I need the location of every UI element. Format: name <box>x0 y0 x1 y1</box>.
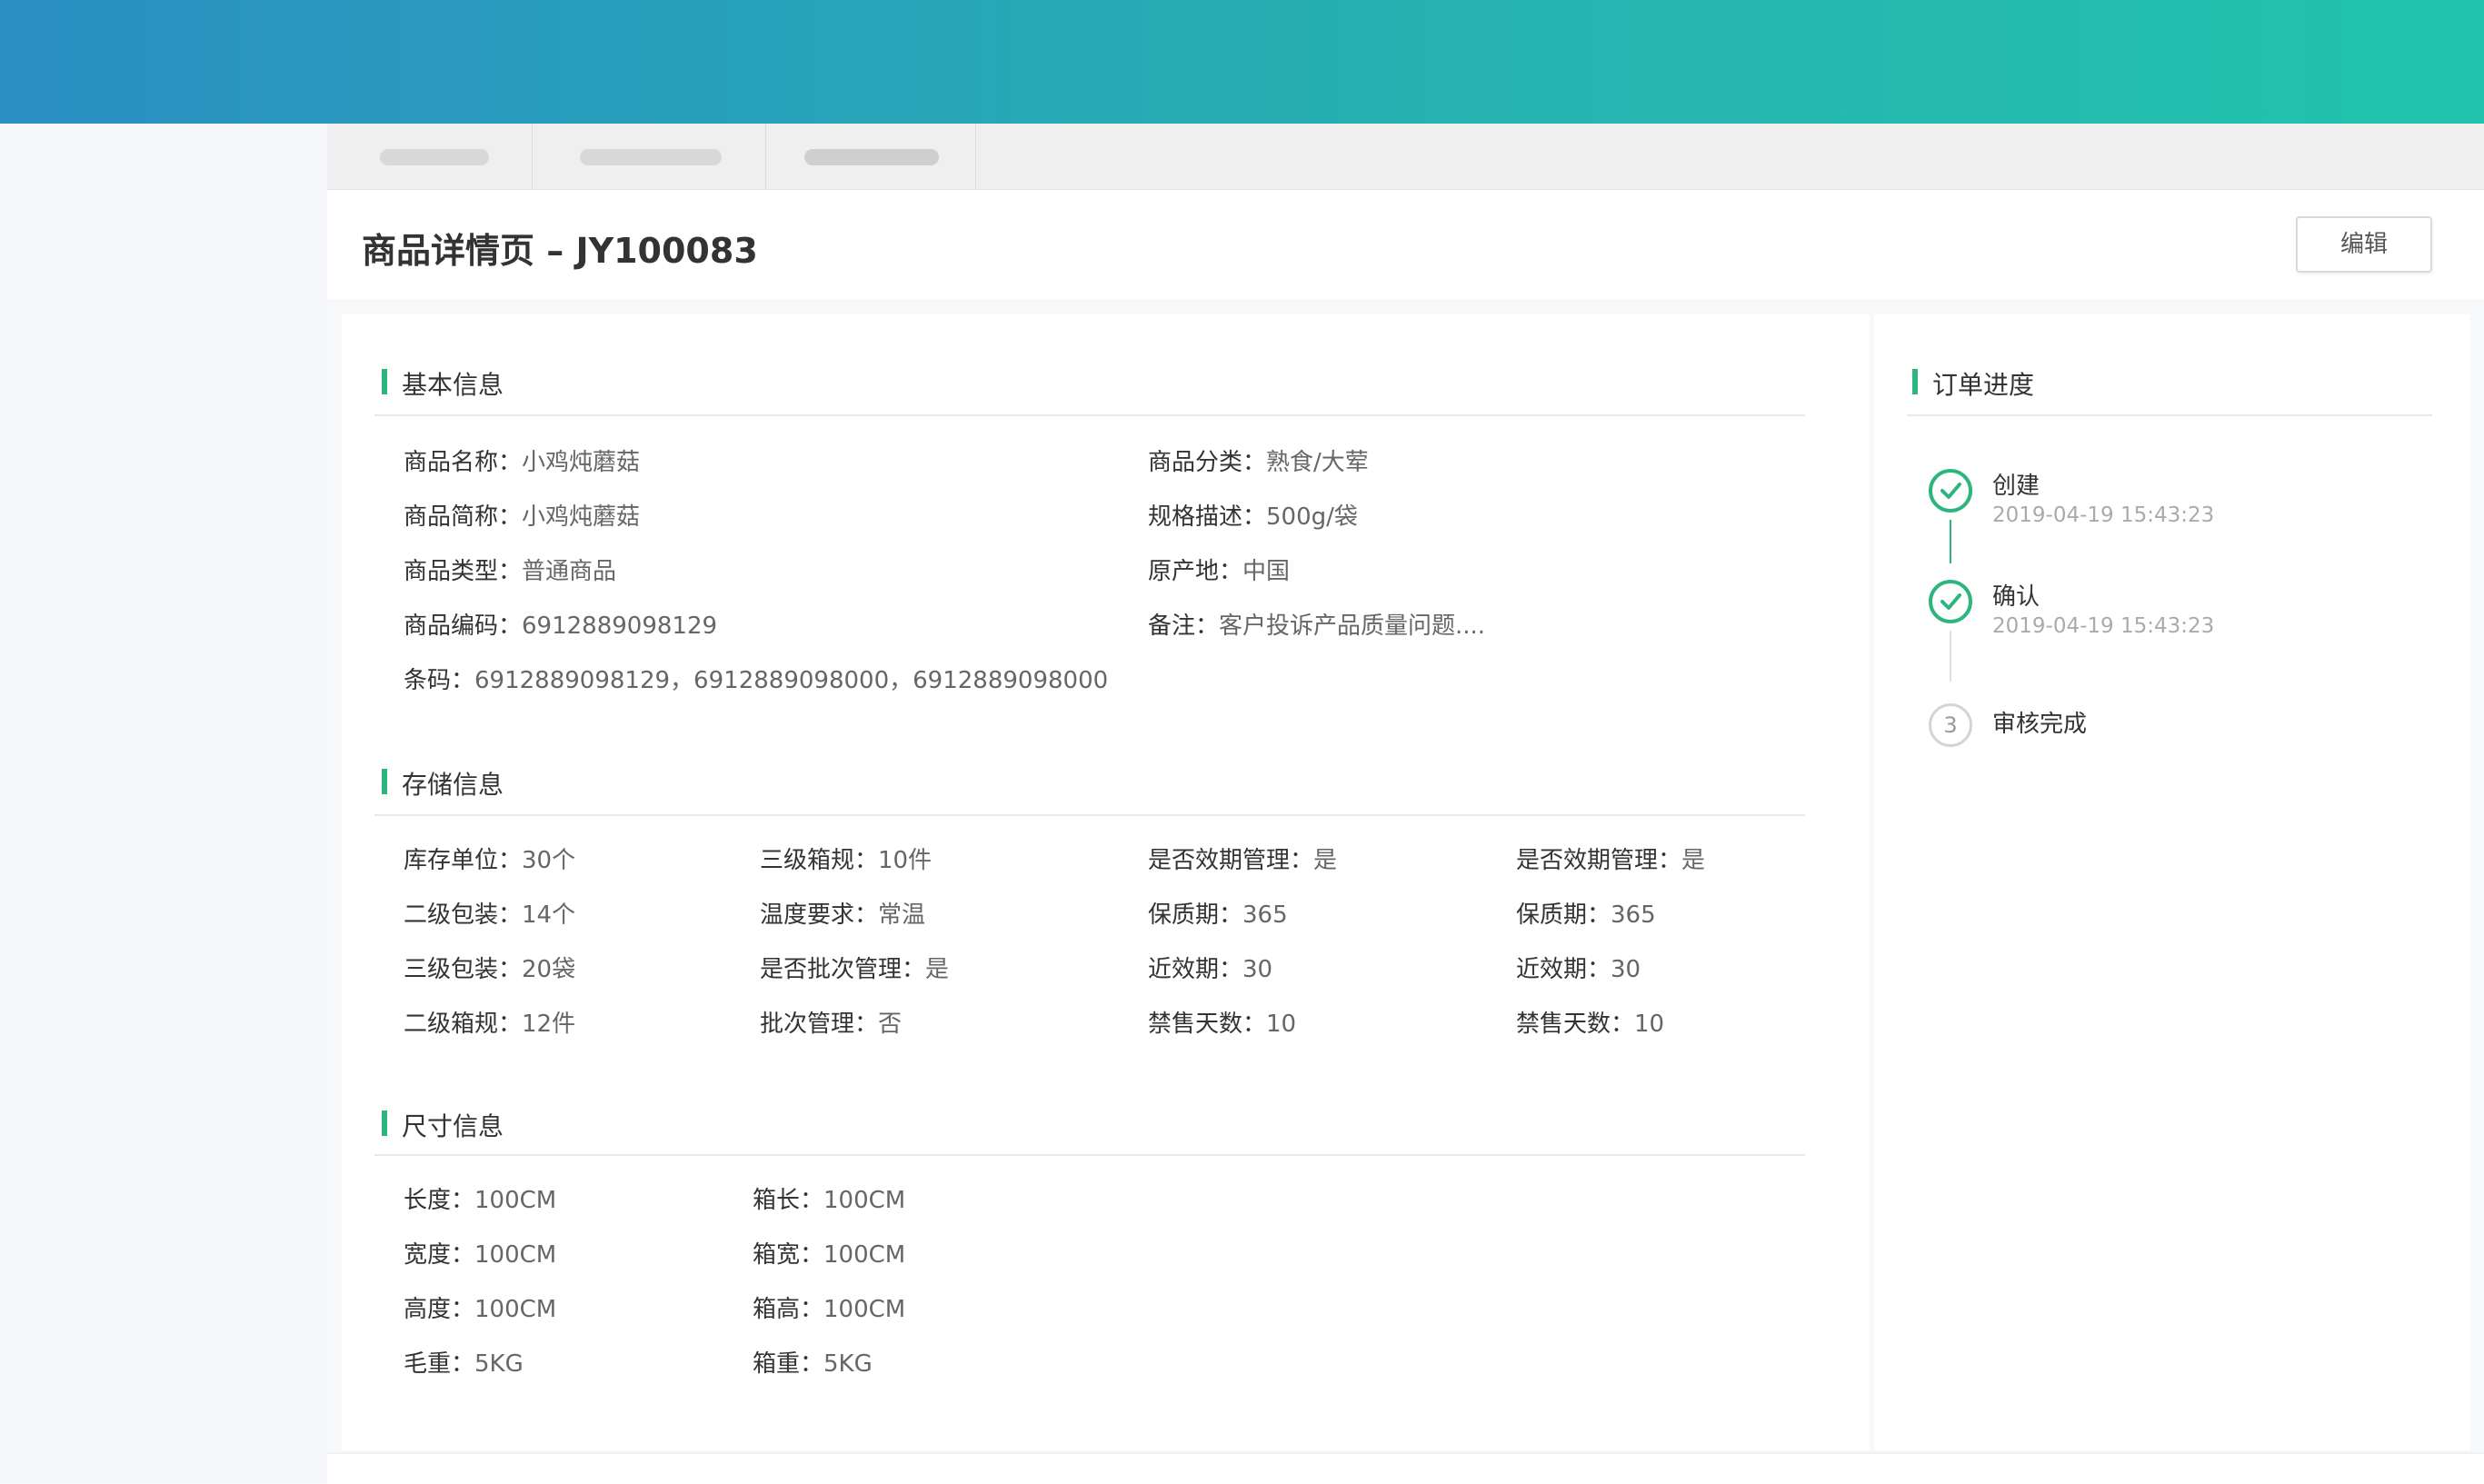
field-batch-managed: 是否批次管理：是 <box>760 956 950 983</box>
top-header-bar <box>0 0 2484 124</box>
tab-1[interactable] <box>327 124 533 189</box>
field-expiry-managed: 是否效期管理：是 <box>1148 847 1338 874</box>
field-box-height: 箱高：100CM <box>753 1296 906 1323</box>
field-product-short-name: 商品简称：小鸡炖蘑菇 <box>404 503 641 531</box>
field-product-code: 商品编码：6912889098129 <box>404 613 718 640</box>
detail-card: 基本信息 商品名称：小鸡炖蘑菇 商品分类：熟食/大荤 商品简称：小鸡炖蘑菇 规格… <box>342 314 1870 1450</box>
section-title-size: 尺寸信息 <box>382 1107 504 1143</box>
field-product-type: 商品类型：普通商品 <box>404 558 617 585</box>
divider <box>374 1154 1805 1156</box>
tab-bar <box>327 124 2484 190</box>
field-no-sale-days: 禁售天数：10 <box>1148 1011 1297 1038</box>
tab-placeholder <box>580 149 722 165</box>
field-stock-unit: 库存单位：30个 <box>404 847 576 874</box>
step-time-create: 2019-04-19 15:43:23 <box>1992 503 2215 527</box>
field-level2-box: 二级箱规：12件 <box>404 1011 576 1038</box>
edit-button[interactable]: 编辑 <box>2296 216 2432 273</box>
divider <box>374 414 1805 416</box>
section-title-basic: 基本信息 <box>382 365 504 402</box>
check-circle-icon <box>1929 469 1972 513</box>
tab-3[interactable] <box>766 124 976 189</box>
field-spec: 规格描述：500g/袋 <box>1148 503 1358 531</box>
field-shelf-life: 保质期：365 <box>1516 901 1656 929</box>
step-title-review: 审核完成 <box>1992 711 2088 738</box>
field-level2-pack: 二级包装：14个 <box>404 901 576 929</box>
check-circle-icon <box>1929 580 1972 623</box>
field-height: 高度：100CM <box>404 1296 557 1323</box>
tab-2[interactable] <box>533 124 766 189</box>
step-title-create: 创建 <box>1992 473 2040 500</box>
field-near-expiry: 近效期：30 <box>1148 956 1273 983</box>
field-length: 长度：100CM <box>404 1187 557 1214</box>
step-time-confirm: 2019-04-19 15:43:23 <box>1992 614 2215 638</box>
page-title: 商品详情页 – JY100083 <box>362 231 758 271</box>
sidebar <box>0 124 327 1482</box>
field-box-width: 箱宽：100CM <box>753 1241 906 1269</box>
field-no-sale-days: 禁售天数：10 <box>1516 1011 1665 1038</box>
field-box-weight: 箱重：5KG <box>753 1350 873 1378</box>
timeline-connector <box>1950 520 1951 563</box>
step-number-badge: 3 <box>1929 703 1972 747</box>
field-width: 宽度：100CM <box>404 1241 557 1269</box>
field-expiry-managed: 是否效期管理：是 <box>1516 847 1706 874</box>
tab-placeholder <box>380 149 489 165</box>
field-barcode: 条码：6912889098129，6912889098000，691288909… <box>404 667 1109 694</box>
field-origin: 原产地：中国 <box>1148 558 1291 585</box>
field-shelf-life: 保质期：365 <box>1148 901 1288 929</box>
field-near-expiry: 近效期：30 <box>1516 956 1641 983</box>
page-header: 商品详情页 – JY100083 编辑 <box>327 190 2484 299</box>
field-remark: 备注：客户投诉产品质量问题.... <box>1148 613 1486 640</box>
field-level3-pack: 三级包装：20袋 <box>404 956 576 983</box>
field-box-length: 箱长：100CM <box>753 1187 906 1214</box>
field-temperature: 温度要求：常温 <box>760 901 926 929</box>
field-batch-management: 批次管理：否 <box>760 1011 903 1038</box>
field-gross-weight: 毛重：5KG <box>404 1350 524 1378</box>
timeline-connector <box>1950 631 1951 682</box>
section-title-storage: 存储信息 <box>382 765 504 802</box>
field-level3-box: 三级箱规：10件 <box>760 847 933 874</box>
field-product-category: 商品分类：熟食/大荤 <box>1148 449 1369 476</box>
divider <box>374 814 1805 816</box>
step-title-confirm: 确认 <box>1992 583 2040 611</box>
field-product-name: 商品名称：小鸡炖蘑菇 <box>404 449 641 476</box>
section-title-progress: 订单进度 <box>1912 365 2034 402</box>
footer-strip <box>327 1452 2484 1484</box>
divider <box>1907 414 2432 416</box>
tab-placeholder <box>804 149 939 165</box>
order-progress-card: 订单进度 创建 2019-04-19 15:43:23 确认 2019-04-1… <box>1874 314 2470 1450</box>
